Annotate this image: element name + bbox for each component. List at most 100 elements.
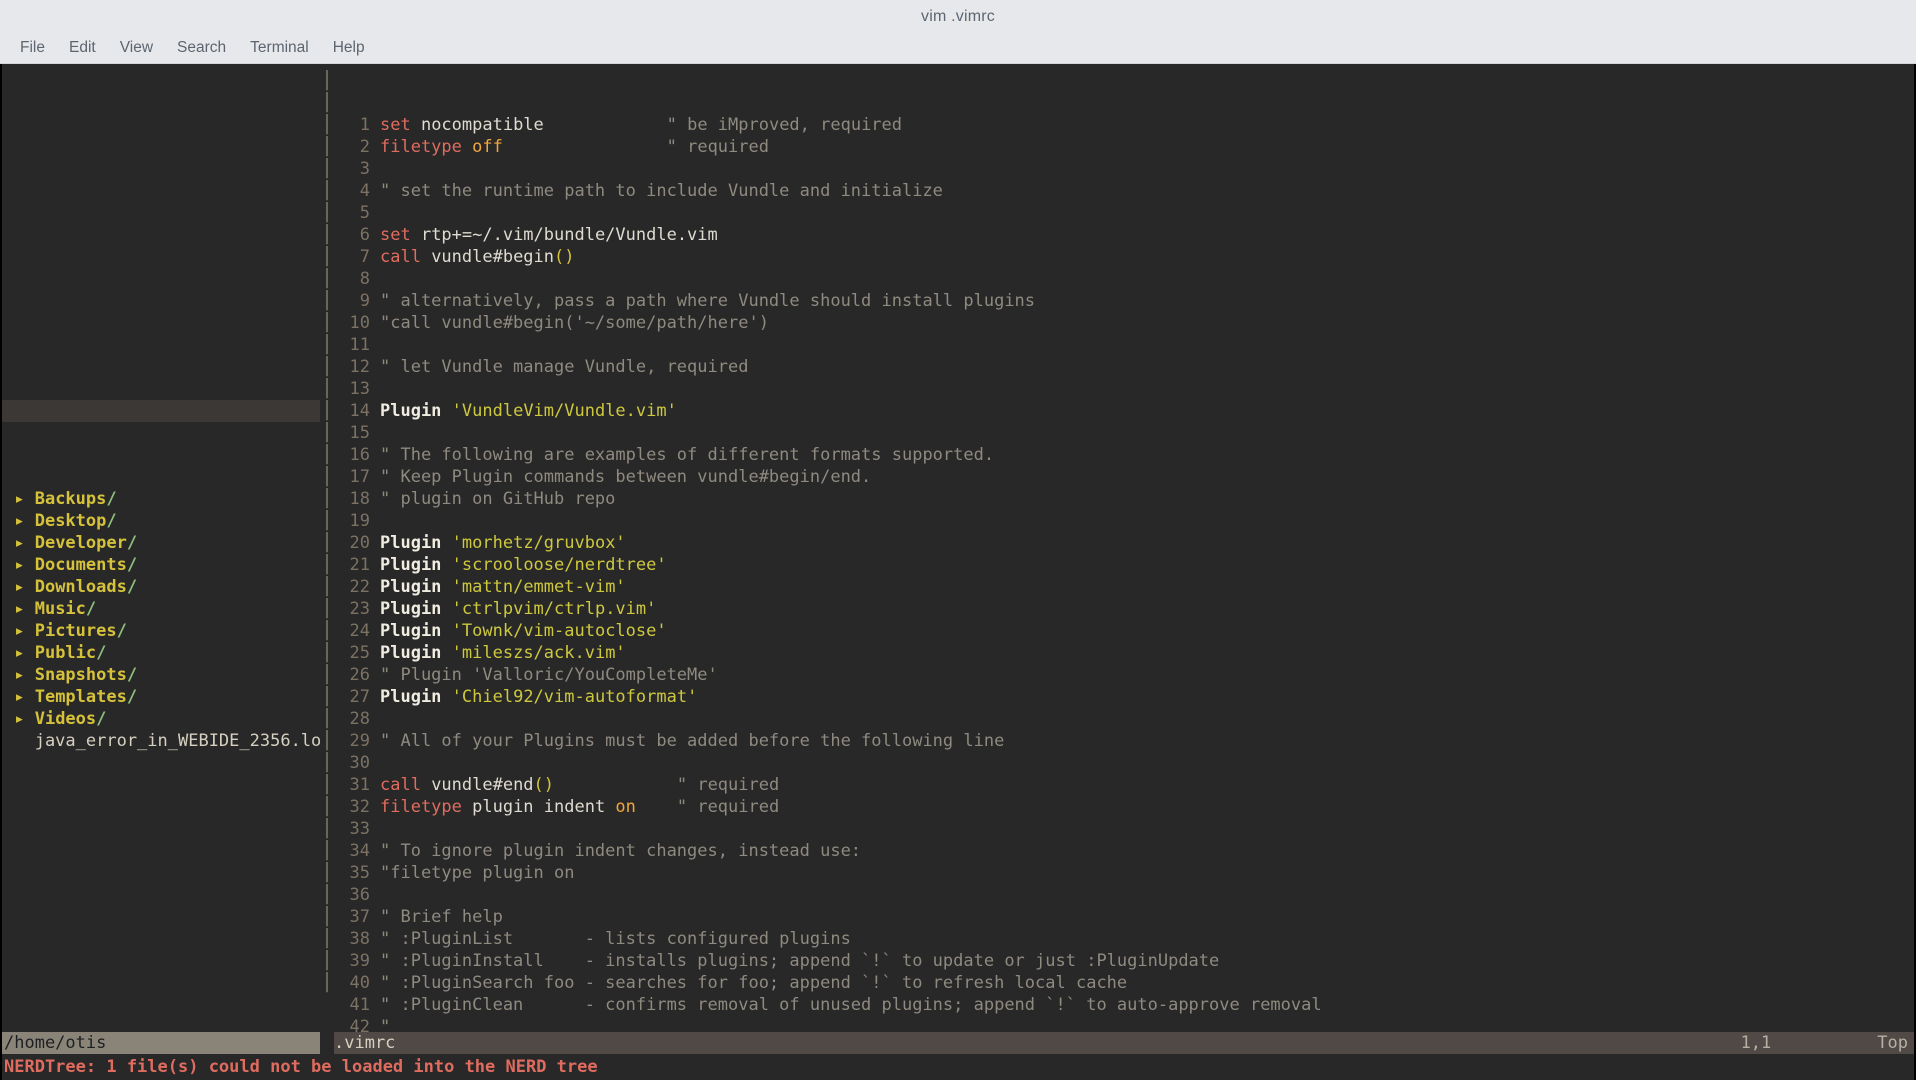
dir-slash: /: [126, 665, 138, 685]
editor-line[interactable]: 8: [334, 268, 1914, 290]
editor-line[interactable]: 3: [334, 158, 1914, 180]
chevron-right-icon[interactable]: ▸: [4, 621, 35, 641]
editor-line[interactable]: 31 call vundle#end() " required: [334, 774, 1914, 796]
nerdtree-dir-item[interactable]: ▸ Pictures/: [2, 620, 320, 642]
code-token: ": [380, 1017, 391, 1032]
chevron-right-icon[interactable]: ▸: [4, 555, 35, 575]
code-token: call: [380, 247, 421, 267]
nerdtree-item-label: Videos: [34, 709, 97, 729]
nerdtree-help-hint: " Press ? for help: [2, 136, 320, 158]
nerdtree-dir-item[interactable]: ▸ Music/: [2, 598, 320, 620]
editor-line[interactable]: 6 set rtp+=~/.vim/bundle/Vundle.vim: [334, 224, 1914, 246]
editor-line[interactable]: 28: [334, 708, 1914, 730]
editor-line[interactable]: 40 " :PluginSearch foo - searches for foo…: [334, 972, 1914, 994]
code-token: 'Townk/vim-autoclose': [451, 621, 667, 641]
chevron-right-icon[interactable]: ▸: [4, 643, 35, 663]
chevron-right-icon[interactable]: ▸: [4, 533, 35, 553]
editor-line[interactable]: 27 Plugin 'Chiel92/vim-autoformat': [334, 686, 1914, 708]
editor-line[interactable]: 32 filetype plugin indent on " required: [334, 796, 1914, 818]
vim-panes: " Press ? for help .. (up a dir) /home/o…: [2, 64, 1914, 1032]
editor-line[interactable]: 34 " To ignore plugin indent changes, ins…: [334, 840, 1914, 862]
editor-line[interactable]: 37 " Brief help: [334, 906, 1914, 928]
code-token: " let Vundle manage Vundle, required: [380, 357, 749, 377]
line-content: filetype off " required: [380, 136, 769, 158]
editor-line[interactable]: 18 " plugin on GitHub repo: [334, 488, 1914, 510]
chevron-right-icon[interactable]: ▸: [4, 577, 35, 597]
chevron-right-icon[interactable]: ▸: [4, 665, 35, 685]
line-content: "call vundle#begin('~/some/path/here'): [380, 312, 769, 334]
nerdtree-dir-item[interactable]: ▸ Public/: [2, 642, 320, 664]
chevron-right-icon[interactable]: ▸: [4, 599, 35, 619]
editor-line[interactable]: 7 call vundle#begin(): [334, 246, 1914, 268]
editor-line[interactable]: 29 " All of your Plugins must be added be…: [334, 730, 1914, 752]
line-content: Plugin 'scrooloose/nerdtree': [380, 554, 667, 576]
editor-line[interactable]: 2 filetype off " required: [334, 136, 1914, 158]
editor-line[interactable]: 13: [334, 378, 1914, 400]
editor-line[interactable]: 4 " set the runtime path to include Vundl…: [334, 180, 1914, 202]
nerdtree-pane[interactable]: " Press ? for help .. (up a dir) /home/o…: [2, 64, 320, 1032]
editor-line[interactable]: 38 " :PluginList - lists configured plugi…: [334, 928, 1914, 950]
editor-line[interactable]: 42 ": [334, 1016, 1914, 1032]
editor-line[interactable]: 14 Plugin 'VundleVim/Vundle.vim': [334, 400, 1914, 422]
editor-line[interactable]: 25 Plugin 'mileszs/ack.vim': [334, 642, 1914, 664]
editor-line[interactable]: 36: [334, 884, 1914, 906]
menu-item-help[interactable]: Help: [321, 37, 377, 59]
code-token: " Plugin 'Valloric/YouCompleteMe': [380, 665, 718, 685]
nerdtree-dir-item[interactable]: ▸ Backups/: [2, 488, 320, 510]
line-number: 1: [359, 115, 370, 135]
editor-line[interactable]: 23 Plugin 'ctrlpvim/ctrlp.vim': [334, 598, 1914, 620]
nerdtree-dir-item[interactable]: ▸ Snapshots/: [2, 664, 320, 686]
editor-line[interactable]: 11: [334, 334, 1914, 356]
nerdtree-item-label: Pictures: [34, 621, 117, 641]
editor-line[interactable]: 15: [334, 422, 1914, 444]
editor-line[interactable]: 30: [334, 752, 1914, 774]
menu-item-view[interactable]: View: [108, 37, 165, 59]
nerdtree-up-a-dir[interactable]: .. (up a dir): [2, 312, 320, 334]
nerdtree-file-item[interactable]: java_error_in_WEBIDE_2356.log: [2, 730, 320, 752]
editor-line[interactable]: 22 Plugin 'mattn/emmet-vim': [334, 576, 1914, 598]
editor-line[interactable]: 20 Plugin 'morhetz/gruvbox': [334, 532, 1914, 554]
nerdtree-dir-item[interactable]: ▸ Documents/: [2, 554, 320, 576]
editor-line[interactable]: 41 " :PluginClean - confirms removal of u…: [334, 994, 1914, 1016]
editor-line[interactable]: 9 " alternatively, pass a path where Vund…: [334, 290, 1914, 312]
editor-line[interactable]: 17 " Keep Plugin commands between vundle#…: [334, 466, 1914, 488]
line-content: Plugin 'Townk/vim-autoclose': [380, 620, 667, 642]
menu-item-terminal[interactable]: Terminal: [238, 37, 321, 59]
nerdtree-dir-item[interactable]: ▸ Templates/: [2, 686, 320, 708]
editor-line[interactable]: 1 set nocompatible " be iMproved, require…: [334, 114, 1914, 136]
editor-line[interactable]: 39 " :PluginInstall - installs plugins; a…: [334, 950, 1914, 972]
nerdtree-root-row[interactable]: /home/otis/: [2, 400, 320, 422]
code-token: 'scrooloose/nerdtree': [451, 555, 667, 575]
nerdtree-dir-item[interactable]: ▸ Desktop/: [2, 510, 320, 532]
editor-line[interactable]: 24 Plugin 'Townk/vim-autoclose': [334, 620, 1914, 642]
editor-line[interactable]: 33: [334, 818, 1914, 840]
code-token: " Brief help: [380, 907, 503, 927]
dir-slash: /: [116, 621, 127, 641]
chevron-right-icon[interactable]: ▸: [4, 709, 35, 729]
menu-item-file[interactable]: File: [8, 37, 57, 59]
editor-line[interactable]: 5: [334, 202, 1914, 224]
nerdtree-dir-item[interactable]: ▸ Videos/: [2, 708, 320, 730]
nerdtree-dir-item[interactable]: ▸ Downloads/: [2, 576, 320, 598]
menu-item-edit[interactable]: Edit: [57, 37, 108, 59]
editor-pane[interactable]: 1 set nocompatible " be iMproved, require…: [334, 64, 1914, 1032]
dir-slash: /: [85, 599, 97, 619]
line-number: 16: [349, 445, 370, 465]
menu-item-search[interactable]: Search: [165, 37, 238, 59]
editor-line[interactable]: 35 "filetype plugin on: [334, 862, 1914, 884]
editor-line[interactable]: 21 Plugin 'scrooloose/nerdtree': [334, 554, 1914, 576]
line-number: 18: [349, 489, 370, 509]
nerdtree-dir-item[interactable]: ▸ Developer/: [2, 532, 320, 554]
editor-line[interactable]: 16 " The following are examples of differ…: [334, 444, 1914, 466]
chevron-right-icon[interactable]: ▸: [4, 687, 35, 707]
editor-line[interactable]: 26 " Plugin 'Valloric/YouCompleteMe': [334, 664, 1914, 686]
line-number: 32: [349, 797, 370, 817]
chevron-right-icon[interactable]: ▸: [4, 511, 35, 531]
editor-line[interactable]: 10 "call vundle#begin('~/some/path/here'): [334, 312, 1914, 334]
editor-line[interactable]: 12 " let Vundle manage Vundle, required: [334, 356, 1914, 378]
editor-line[interactable]: 19: [334, 510, 1914, 532]
dir-slash: /: [126, 533, 138, 553]
line-number: 10: [349, 313, 370, 333]
chevron-right-icon[interactable]: ▸: [4, 489, 35, 509]
